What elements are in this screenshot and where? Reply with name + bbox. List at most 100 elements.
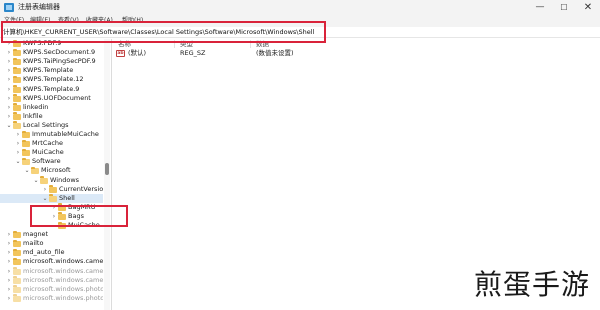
chevron-right-icon[interactable]: › <box>6 94 12 103</box>
tree-item[interactable]: ⌄ Local Settings <box>0 121 103 130</box>
tree-item[interactable]: › md_auto_file <box>0 248 103 257</box>
chevron-right-icon[interactable]: › <box>6 276 12 285</box>
folder-icon <box>13 267 21 275</box>
chevron-right-icon[interactable]: › <box>42 185 48 194</box>
tree-item-label: KWPS.Template.9 <box>23 84 80 93</box>
tree-item-label: Local Settings <box>23 120 69 129</box>
watermark-text: 煎蛋手游 <box>474 268 591 301</box>
tree-item[interactable]: › magnet <box>0 230 103 239</box>
shell-subkeys-highlight-box <box>30 205 128 227</box>
maximize-button[interactable]: ☐ <box>552 0 576 15</box>
chevron-down-icon[interactable]: ⌄ <box>6 121 12 130</box>
tree-scroll-thumb[interactable] <box>105 163 109 175</box>
tree-item[interactable]: ⌄ Windows <box>0 176 103 185</box>
tree-item[interactable]: › microsoft.windows.camer <box>0 257 103 266</box>
title-bar: 注册表编辑器 — ☐ ✕ <box>0 0 600 15</box>
folder-icon <box>31 166 39 175</box>
tree-item-label: microsoft.windows.camer <box>23 257 103 266</box>
tree-item[interactable]: › linkedin <box>0 103 103 112</box>
chevron-right-icon[interactable]: › <box>6 48 12 57</box>
chevron-down-icon[interactable]: ⌄ <box>33 176 39 185</box>
folder-icon <box>13 230 21 239</box>
tree-item[interactable]: › microsoft.windows.camer <box>0 276 103 285</box>
chevron-right-icon[interactable]: › <box>6 103 12 112</box>
tree-item-label: md_auto_file <box>23 248 65 257</box>
tree-item-label: mailto <box>23 239 44 248</box>
tree-item[interactable]: › MuiCache <box>0 148 103 157</box>
tree-item[interactable]: › ImmutableMuiCache <box>0 130 103 139</box>
tree-item-label: Software <box>32 157 61 166</box>
folder-icon <box>22 148 30 157</box>
folder-icon <box>40 176 48 184</box>
tree-item-label: Windows <box>50 175 80 184</box>
tree-item-label: KWPS.UOFDocument <box>23 93 91 102</box>
folder-icon <box>13 294 21 302</box>
tree-item-label: ImmutableMuiCache <box>32 130 99 138</box>
tree-item[interactable]: › KWPS.Template.12 <box>0 75 103 84</box>
chevron-right-icon[interactable]: › <box>6 112 12 121</box>
tree-item[interactable]: › KWPS.Template <box>0 66 103 75</box>
folder-icon <box>13 75 21 84</box>
folder-icon <box>13 285 21 293</box>
tree-item[interactable]: › KWPS.UOFDocument <box>0 94 103 103</box>
chevron-right-icon[interactable]: › <box>6 230 12 239</box>
close-button[interactable]: ✕ <box>576 0 600 15</box>
chevron-right-icon[interactable]: › <box>6 257 12 266</box>
tree-item-label: Microsoft <box>41 166 71 175</box>
string-value-icon: ab <box>116 50 125 57</box>
tree-item-label: MuiCache <box>32 148 64 157</box>
tree-item[interactable]: ⌄ Microsoft <box>0 166 103 175</box>
tree-item[interactable]: › CurrentVersior <box>0 185 103 194</box>
tree-item[interactable]: › mailto <box>0 239 103 248</box>
chevron-right-icon[interactable]: › <box>15 130 21 139</box>
registry-tree[interactable]: › KWPS.PDF.9 › KWPS.SecDocument.9 › KWPS.TaiP… <box>0 39 103 310</box>
value-type: REG_SZ <box>180 49 206 57</box>
chevron-right-icon[interactable]: › <box>15 139 21 148</box>
chevron-right-icon[interactable]: › <box>6 267 12 276</box>
tree-item-label: MrtCache <box>32 139 64 148</box>
tree-item[interactable]: › microsoft.windows.photo <box>0 285 103 294</box>
chevron-down-icon[interactable]: ⌄ <box>15 157 21 166</box>
tree-item-label: lnkfile <box>23 111 43 120</box>
tree-item[interactable]: ⌄ Shell <box>0 193 103 203</box>
tree-item-label: microsoft.windows.photo <box>23 293 103 302</box>
value-name: (默认) <box>128 49 147 57</box>
tree-item[interactable]: › lnkfile <box>0 112 103 121</box>
folder-icon <box>13 48 21 57</box>
minimize-button[interactable]: — <box>528 0 552 15</box>
tree-item[interactable]: › microsoft.windows.camer <box>0 267 103 276</box>
chevron-right-icon[interactable]: › <box>6 66 12 75</box>
tree-item[interactable]: › microsoft.windows.photo <box>0 294 103 303</box>
value-data: (数值未设置) <box>256 49 294 57</box>
chevron-right-icon[interactable]: › <box>6 285 12 294</box>
chevron-right-icon[interactable]: › <box>6 248 12 257</box>
tree-item[interactable]: › KWPS.SecDocument.9 <box>0 48 103 57</box>
tree-item[interactable]: ⌄ Software <box>0 157 103 166</box>
chevron-right-icon[interactable]: › <box>6 85 12 94</box>
value-row-default[interactable]: ab (默认) REG_SZ (数值未设置) <box>112 49 352 58</box>
chevron-right-icon[interactable]: › <box>6 239 12 248</box>
tree-scrollbar[interactable] <box>104 39 110 310</box>
folder-icon <box>13 276 21 284</box>
tree-item-label: CurrentVersior <box>59 184 103 193</box>
tree-item[interactable]: › KWPS.Template.9 <box>0 85 103 94</box>
tree-item[interactable]: › KWPS.TaiPingSecPDF.9 <box>0 57 103 66</box>
folder-icon <box>13 94 21 102</box>
tree-item-label: microsoft.windows.photo <box>23 284 103 293</box>
chevron-down-icon[interactable]: ⌄ <box>24 166 30 175</box>
registry-editor-icon <box>4 3 14 12</box>
folder-icon <box>13 112 21 120</box>
chevron-right-icon[interactable]: › <box>6 294 12 303</box>
chevron-right-icon[interactable]: › <box>6 75 12 84</box>
folder-icon <box>22 130 30 138</box>
tree-item-label: microsoft.windows.camer <box>23 275 103 284</box>
folder-icon <box>13 66 21 75</box>
tree-item[interactable]: › MrtCache <box>0 139 103 148</box>
folder-icon <box>13 103 21 111</box>
folder-icon <box>49 194 57 202</box>
chevron-right-icon[interactable]: › <box>6 57 12 66</box>
chevron-right-icon[interactable]: › <box>15 148 21 157</box>
chevron-down-icon[interactable]: ⌄ <box>42 194 48 203</box>
tree-item-label: KWPS.TaiPingSecPDF.9 <box>23 57 96 66</box>
tree-item-label: KWPS.Template.12 <box>23 75 84 84</box>
